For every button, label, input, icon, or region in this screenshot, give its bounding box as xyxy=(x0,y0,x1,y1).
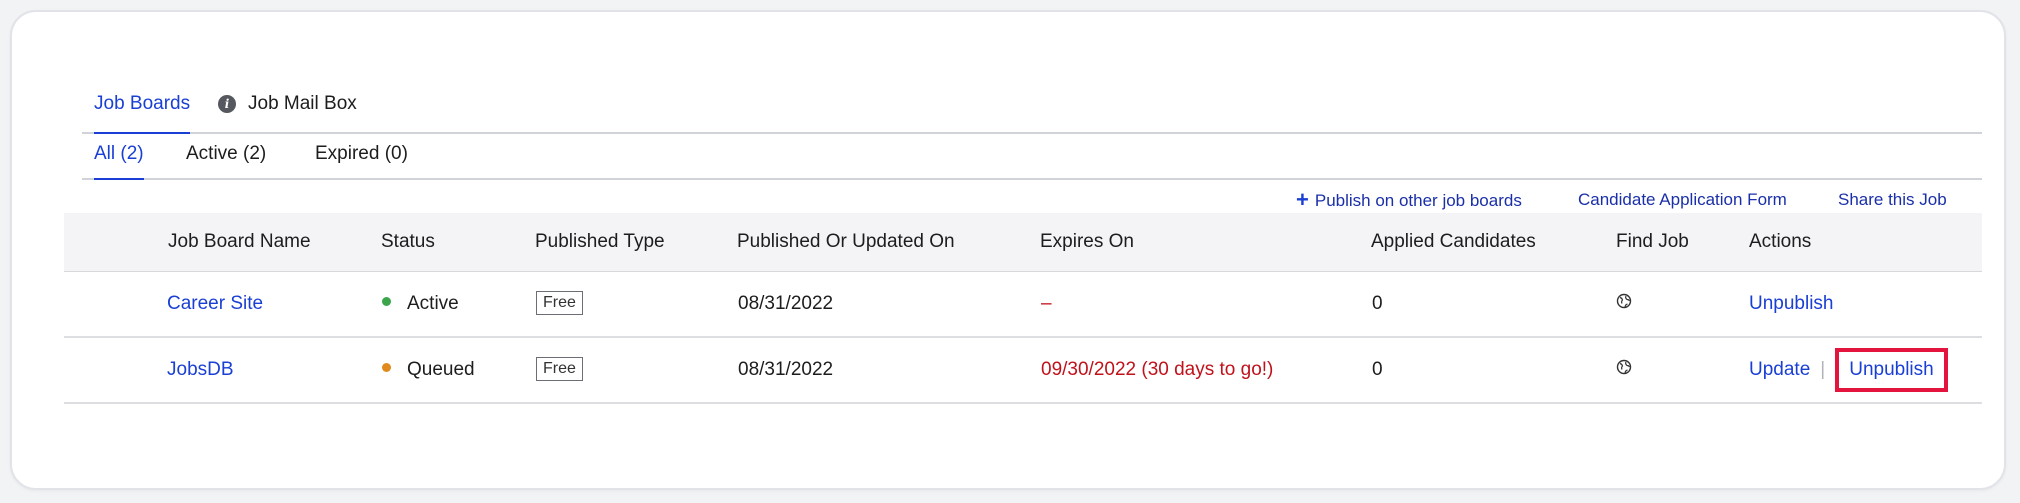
filter-tab-all[interactable]: All (2) xyxy=(94,132,144,180)
globe-icon[interactable] xyxy=(1616,359,1632,375)
expires-on-cell: 09/30/2022 (30 days to go!) xyxy=(1041,359,1274,380)
status-cell: Queued xyxy=(382,338,475,402)
highlight-box: Unpublish xyxy=(1835,347,1948,392)
published-type-cell: Free xyxy=(536,338,583,402)
column-header-status[interactable]: Status xyxy=(381,213,435,271)
tab-job-mail-box[interactable]: i Job Mail Box xyxy=(218,80,357,132)
applied-candidates-cell: 0 xyxy=(1372,359,1383,380)
table-header-row: Job Board Name Status Published Type Pub… xyxy=(64,213,1982,272)
applied-candidates-cell: 0 xyxy=(1372,293,1383,314)
published-on-cell: 08/31/2022 xyxy=(738,293,834,314)
candidate-application-form-link[interactable]: Candidate Application Form xyxy=(1578,188,1787,212)
column-header-applied-candidates[interactable]: Applied Candidates xyxy=(1371,213,1536,271)
filter-tab-expired-label: Expired (0) xyxy=(315,143,408,164)
plus-icon: + xyxy=(1296,187,1309,212)
published-type-cell: Free xyxy=(536,272,583,336)
status-dot-icon xyxy=(382,297,391,307)
status-cell: Active xyxy=(382,272,459,336)
status-label: Active xyxy=(407,293,459,314)
top-tab-bar: Job Boards i Job Mail Box xyxy=(82,80,1982,134)
filter-tab-bar: All (2) Active (2) Expired (0) xyxy=(82,132,1982,180)
filter-tab-all-label: All (2) xyxy=(94,143,144,164)
published-type-badge: Free xyxy=(536,356,583,381)
actions-cell: Unpublish xyxy=(1749,272,1834,336)
tab-job-mail-box-label: Job Mail Box xyxy=(248,93,357,114)
column-header-published-type[interactable]: Published Type xyxy=(535,213,665,271)
info-icon: i xyxy=(218,94,236,113)
column-header-actions: Actions xyxy=(1749,231,1812,252)
status-label: Queued xyxy=(407,359,475,380)
job-boards-card: Job Boards i Job Mail Box All (2) Active … xyxy=(10,10,2006,490)
share-job-label: Share this Job xyxy=(1838,190,1947,209)
published-on-cell: 08/31/2022 xyxy=(738,359,834,380)
tab-job-boards-label: Job Boards xyxy=(94,93,191,114)
expires-on-cell: – xyxy=(1041,293,1052,314)
unpublish-link[interactable]: Unpublish xyxy=(1749,293,1834,314)
table-row: JobsDB Queued Free 08/31/2022 09/30/2022… xyxy=(64,338,1982,404)
table-row: Career Site Active Free 08/31/2022 – 0 U… xyxy=(64,272,1982,338)
candidate-application-form-label: Candidate Application Form xyxy=(1578,190,1787,209)
job-board-name-link[interactable]: JobsDB xyxy=(167,338,234,402)
action-separator: | xyxy=(1820,359,1826,380)
status-dot-icon xyxy=(382,363,391,373)
column-header-find-job: Find Job xyxy=(1616,231,1689,252)
filter-tab-expired[interactable]: Expired (0) xyxy=(315,132,408,178)
actions-cell: Update | Unpublish xyxy=(1749,338,1948,402)
globe-icon[interactable] xyxy=(1616,293,1632,309)
column-header-published-on[interactable]: Published Or Updated On xyxy=(737,213,955,271)
column-header-expires-on[interactable]: Expires On xyxy=(1040,213,1134,271)
filter-tab-active[interactable]: Active (2) xyxy=(186,132,266,178)
published-type-badge: Free xyxy=(536,290,583,315)
find-job-cell xyxy=(1616,272,1632,336)
find-job-cell xyxy=(1616,338,1632,402)
update-link[interactable]: Update xyxy=(1749,359,1810,380)
column-header-job-board-name[interactable]: Job Board Name xyxy=(168,213,311,271)
job-boards-table: Job Board Name Status Published Type Pub… xyxy=(64,213,1982,404)
share-job-link[interactable]: Share this Job xyxy=(1838,188,1947,212)
job-board-name-link[interactable]: Career Site xyxy=(167,272,263,336)
tab-job-boards[interactable]: Job Boards xyxy=(94,80,191,134)
publish-other-boards-label: Publish on other job boards xyxy=(1314,191,1522,210)
publish-other-boards-link[interactable]: + Publish on other job boards xyxy=(1296,188,1522,213)
filter-tab-active-label: Active (2) xyxy=(186,143,267,164)
unpublish-link[interactable]: Unpublish xyxy=(1849,359,1934,380)
